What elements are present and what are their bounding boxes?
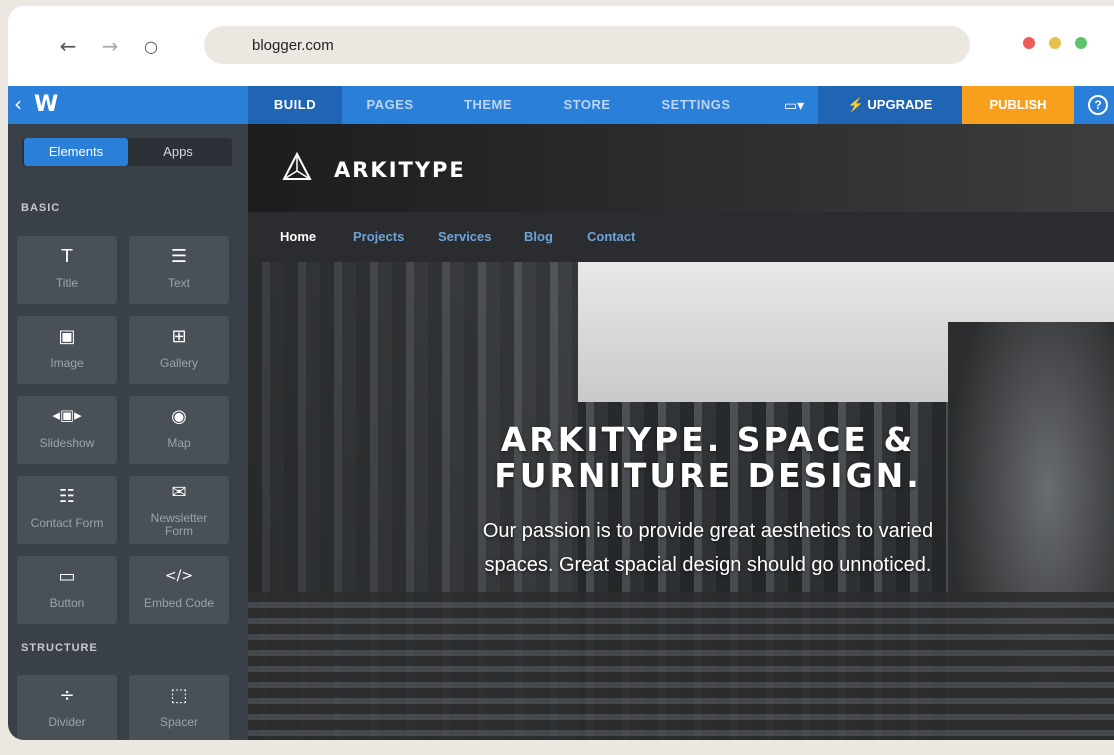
elements-sidebar: Elements Apps BASIC T Title ☰ Text ▣ Ima… [8, 124, 248, 740]
envelope-icon: ✉ [171, 482, 187, 503]
element-label: Contact Form [30, 516, 104, 530]
publish-button[interactable]: PUBLISH [962, 86, 1074, 124]
site-canvas[interactable]: ARKITYPE Home Projects Services Blog Con… [248, 124, 1114, 740]
element-text[interactable]: ☰ Text [129, 236, 229, 304]
element-spacer[interactable]: ⬚ Spacer [129, 675, 229, 740]
tab-settings[interactable]: SETTINGS [636, 86, 756, 124]
section-label-structure: STRUCTURE [21, 642, 98, 654]
gallery-icon: ⊞ [171, 326, 187, 347]
element-button[interactable]: ▭ Button [17, 556, 117, 624]
hero-subtitle[interactable]: Our passion is to provide great aestheti… [462, 514, 954, 582]
weebly-logo-icon[interactable]: W [34, 92, 58, 117]
element-embed-code[interactable]: </> Embed Code [129, 556, 229, 624]
element-label: Gallery [159, 356, 198, 370]
image-icon: ▣ [58, 326, 76, 347]
element-label: Newsletter Form [150, 511, 208, 538]
site-brand[interactable]: ARKITYPE [334, 158, 466, 182]
element-slideshow[interactable]: ◂▣▸ Slideshow [17, 396, 117, 464]
hero-banner[interactable]: ARKITYPE. SPACE & FURNITURE DESIGN. Our … [248, 262, 1114, 740]
editor-topbar: ‹ W BUILD PAGES THEME STORE SETTINGS ▭▾ … [8, 86, 1114, 124]
contact-form-icon: ☷ [58, 486, 76, 507]
element-newsletter-form[interactable]: ✉ Newsletter Form [129, 476, 229, 544]
green-dot-icon[interactable] [1075, 37, 1087, 49]
section-label-basic: BASIC [21, 202, 61, 214]
element-divider[interactable]: ÷ Divider [17, 675, 117, 740]
tab-theme[interactable]: THEME [438, 86, 538, 124]
tab-store[interactable]: STORE [538, 86, 636, 124]
text-icon: ☰ [170, 246, 188, 267]
editor-logo-area: ‹ W [8, 86, 248, 124]
site-nav-projects[interactable]: Projects [353, 229, 404, 244]
site-nav-services[interactable]: Services [438, 229, 492, 244]
segment-control: Elements Apps [22, 138, 232, 166]
hero-background-tables [248, 592, 1114, 740]
browser-window: ← → ○ blogger.com ‹ W BUILD PAGES THEME … [8, 6, 1114, 740]
site-nav-contact[interactable]: Contact [587, 229, 635, 244]
element-map[interactable]: ◉ Map [129, 396, 229, 464]
chevron-left-icon[interactable]: ‹ [14, 92, 22, 116]
element-label: Button [49, 596, 85, 610]
tab-pages[interactable]: PAGES [342, 86, 438, 124]
button-icon: ▭ [58, 566, 76, 587]
site-nav: Home Projects Services Blog Contact [248, 212, 1114, 262]
forward-arrow-icon[interactable]: → [98, 34, 122, 58]
tab-build[interactable]: BUILD [248, 86, 342, 124]
site-nav-blog[interactable]: Blog [524, 229, 553, 244]
tab-elements[interactable]: Elements [24, 138, 128, 166]
element-label: Embed Code [143, 596, 215, 610]
site-nav-home[interactable]: Home [280, 229, 316, 244]
help-icon[interactable]: ? [1088, 95, 1108, 115]
code-icon: </> [164, 568, 194, 584]
element-label: Title [55, 276, 79, 290]
title-icon: T [61, 246, 73, 267]
element-label: Image [50, 356, 84, 370]
yellow-dot-icon[interactable] [1049, 37, 1061, 49]
reload-icon[interactable]: ○ [139, 34, 163, 58]
element-contact-form[interactable]: ☷ Contact Form [17, 476, 117, 544]
tab-apps[interactable]: Apps [126, 138, 230, 166]
slideshow-icon: ◂▣▸ [52, 406, 82, 424]
browser-toolbar: ← → ○ blogger.com [8, 6, 1114, 86]
element-label: Map [167, 436, 191, 450]
site-header: ARKITYPE [248, 124, 1114, 212]
map-pin-icon: ◉ [171, 406, 187, 427]
spacer-icon: ⬚ [170, 685, 188, 706]
back-arrow-icon[interactable]: ← [56, 34, 80, 58]
address-bar[interactable]: blogger.com [204, 26, 970, 64]
divider-icon: ÷ [59, 685, 75, 706]
logo-triangle-icon [282, 152, 312, 180]
url-text: blogger.com [252, 37, 334, 54]
hero-title[interactable]: ARKITYPE. SPACE & FURNITURE DESIGN. [468, 422, 948, 494]
element-label: Divider [48, 715, 86, 729]
element-gallery[interactable]: ⊞ Gallery [129, 316, 229, 384]
element-title[interactable]: T Title [17, 236, 117, 304]
element-label: Text [167, 276, 190, 290]
element-label: Spacer [159, 715, 199, 729]
element-image[interactable]: ▣ Image [17, 316, 117, 384]
element-label: Slideshow [39, 436, 95, 450]
red-dot-icon[interactable] [1023, 37, 1035, 49]
upgrade-button[interactable]: ⚡ UPGRADE [818, 86, 962, 124]
device-preview-icon[interactable]: ▭▾ [770, 86, 818, 124]
